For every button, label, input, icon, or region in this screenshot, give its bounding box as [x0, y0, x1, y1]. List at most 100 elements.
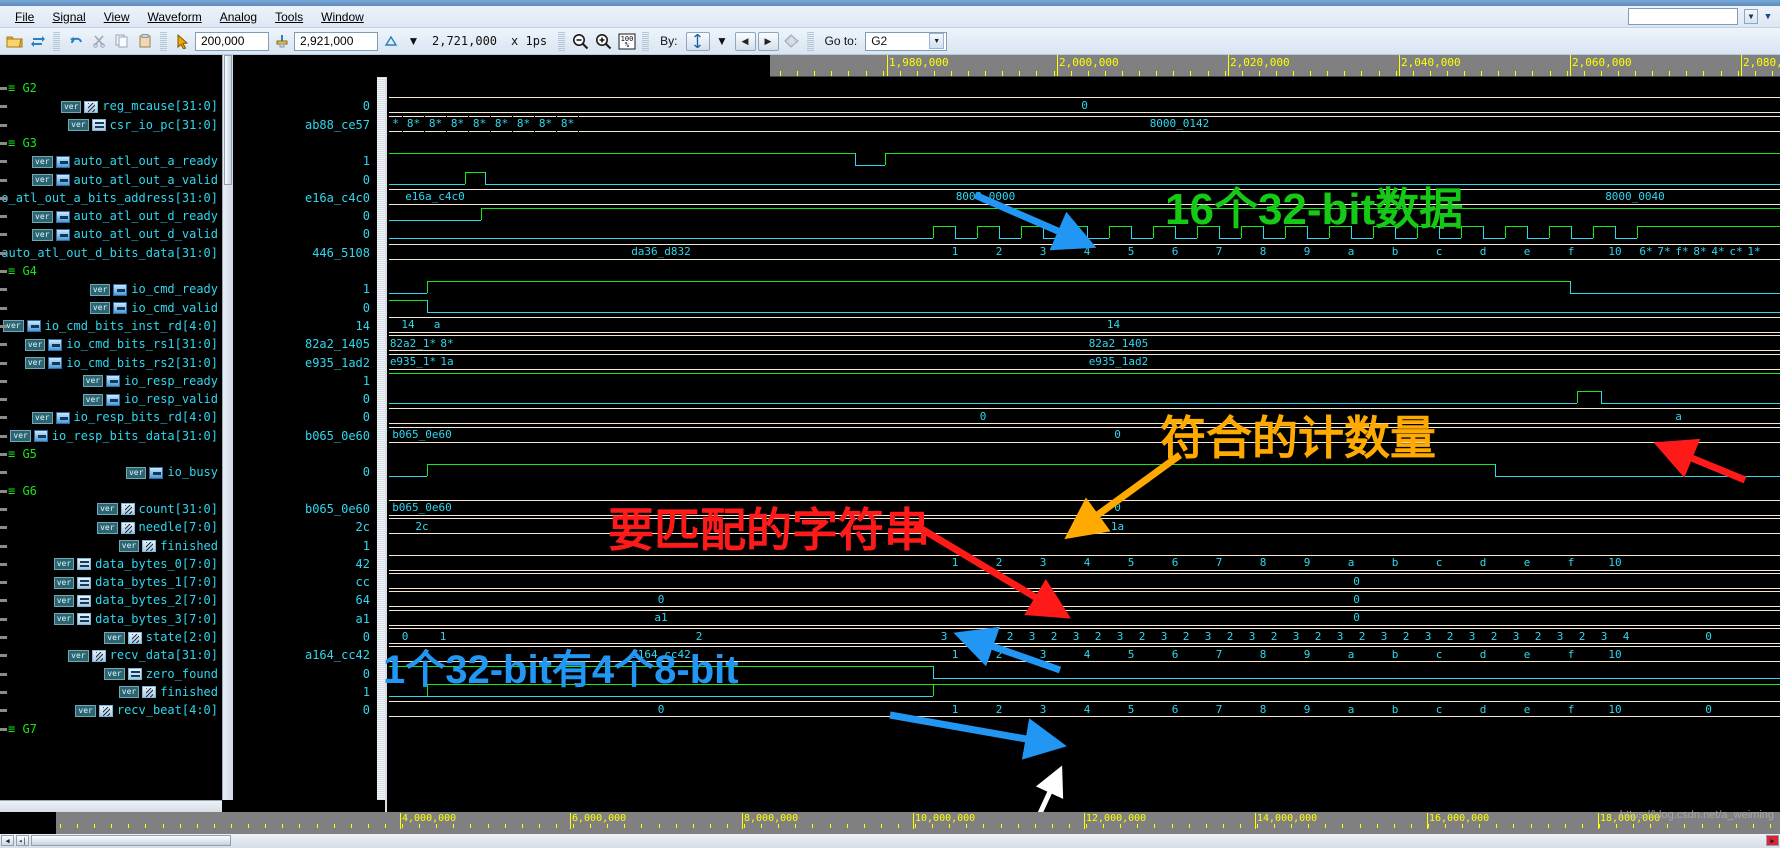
marker-start-input[interactable]: 200,000: [195, 31, 269, 51]
menu-file[interactable]: File: [6, 8, 43, 26]
bus-value-segment: c*: [1727, 243, 1745, 260]
cursor-arrow-icon[interactable]: [172, 31, 193, 52]
marker-lock-icon[interactable]: [271, 31, 292, 52]
signal-group-g5[interactable]: ≡ G5: [8, 445, 37, 463]
signal-group-g3[interactable]: ≡ G3: [8, 134, 37, 152]
signal-row-data_bytes_270[interactable]: ver data_bytes_2[7:0]: [53, 591, 218, 609]
signal-row-count310[interactable]: ver count[31:0]: [97, 500, 218, 518]
delta-triangle-icon[interactable]: [380, 31, 401, 52]
zoom-fit-icon[interactable]: 100%: [616, 31, 637, 52]
signal-row-reg_mcause310[interactable]: ver reg_mcause[31:0]: [60, 97, 218, 115]
signal-row-io_cmd_valid[interactable]: ver io_cmd_valid: [89, 299, 218, 317]
goto-value: G2: [871, 34, 888, 48]
values-divider[interactable]: [376, 55, 385, 800]
by-dropdown-icon[interactable]: ▼: [712, 31, 733, 52]
signal-row-auto_atl_out_d_valid[interactable]: ver auto_atl_out_d_valid: [32, 225, 218, 243]
row-tick: [0, 160, 7, 164]
signal-row-state20[interactable]: ver state[2:0]: [104, 628, 218, 646]
cut-icon[interactable]: [88, 31, 109, 52]
time-unit-label: x 1ps: [511, 34, 548, 48]
menu-signal[interactable]: Signal: [43, 8, 94, 26]
by-mode-button[interactable]: [685, 31, 710, 51]
prev-edge-button[interactable]: ◀: [734, 31, 756, 51]
row-tick: [0, 141, 7, 145]
signal-row-io_cmd_bits_inst_rd40[interactable]: ver io_cmd_bits_inst_rd[4:0]: [3, 317, 218, 335]
signal-group-g4[interactable]: ≡ G4: [8, 262, 37, 280]
signal-row-io_resp_valid[interactable]: ver io_resp_valid: [82, 390, 218, 408]
zoom-out-icon[interactable]: [570, 31, 591, 52]
names-vscrollbar[interactable]: [222, 55, 233, 800]
signal-row-auto_atl_out_a_ready[interactable]: ver auto_atl_out_a_ready: [32, 152, 218, 170]
reload-icon[interactable]: [27, 31, 48, 52]
wave-level: [1285, 226, 1307, 228]
row-tick: [0, 251, 7, 255]
annotate-a-icon[interactable]: A: [781, 31, 802, 52]
overview-minor-tick: [864, 824, 865, 828]
net-icon: [77, 613, 92, 626]
signal-row-data_bytes_170[interactable]: ver data_bytes_1[7:0]: [53, 573, 218, 591]
copy-icon[interactable]: [111, 31, 132, 52]
menu-window[interactable]: Window: [312, 8, 373, 26]
signal-group-g6[interactable]: ≡ G6: [8, 482, 37, 500]
by-label: By:: [660, 34, 678, 48]
open-folder-icon[interactable]: [4, 31, 25, 52]
goto-dropdown-icon[interactable]: ▼: [929, 33, 945, 49]
ruler-minor-tick: [1738, 71, 1739, 76]
signal-row-auto_atl_out_a_valid[interactable]: ver auto_atl_out_a_valid: [32, 171, 218, 189]
signal-names-pane[interactable]: ≡ G2 ver reg_mcause[31:0] ver csr_io_pc[31:0…: [0, 55, 222, 812]
wave-level: [389, 403, 1577, 405]
signal-row-io_resp_bits_rd40[interactable]: ver io_resp_bits_rd[4:0]: [32, 408, 218, 426]
waveform-pane[interactable]: 1,980,000 2,000,000 2,020,000 2,040,000 2,06…: [385, 55, 1780, 812]
next-edge-button[interactable]: ▶: [757, 31, 779, 51]
signal-row-auto_atl_out_a_bits_address310[interactable]: auto_atl_out_a_bits_address[31:0]: [0, 189, 218, 207]
marker-end-input[interactable]: 2,921,000: [294, 31, 378, 51]
goto-combobox[interactable]: G2 ▼: [865, 31, 948, 51]
menu-tools[interactable]: Tools: [266, 8, 312, 26]
waveform-canvas[interactable]: 0 * 8* 8* 8* 8* 8* 8* 8* 8* 8000_0142 e16a_c4c0 8000…: [385, 77, 1780, 812]
signal-row-auto_atl_out_d_ready[interactable]: ver auto_atl_out_d_ready: [32, 207, 218, 225]
time-ruler[interactable]: 1,980,000 2,000,000 2,020,000 2,040,000 2,06…: [770, 55, 1780, 77]
bus-value-segment: 3: [1285, 628, 1307, 644]
menubar-text-field[interactable]: [1628, 8, 1738, 25]
signal-row-finished[interactable]: ver finished: [118, 537, 218, 555]
signal-group-g2[interactable]: ≡ G2: [8, 79, 37, 97]
signal-row-io_cmd_bits_rs1310[interactable]: ver io_cmd_bits_rs1[31:0]: [24, 335, 218, 353]
signal-row-finished[interactable]: ver finished: [118, 683, 218, 701]
menu-analog[interactable]: Analog: [211, 8, 266, 26]
signal-group-g7[interactable]: ≡ G7: [8, 720, 37, 738]
signal-row-needle70[interactable]: ver needle[7:0]: [97, 518, 218, 536]
signal-row-auto_atl_out_d_bits_data310[interactable]: auto_atl_out_d_bits_data[31:0]: [0, 244, 218, 262]
menubar-dropdown-icon[interactable]: ▼: [1744, 9, 1758, 24]
names-hscrollbar[interactable]: [0, 800, 222, 812]
signal-row-io_resp_bits_data310[interactable]: ver io_resp_bits_data[31:0]: [10, 427, 218, 445]
signal-row-recv_data310[interactable]: ver recv_data[31:0]: [68, 646, 218, 664]
signal-name-label: io_resp_bits_data[31:0]: [51, 428, 218, 443]
paste-icon[interactable]: [134, 31, 155, 52]
bus-value-segment: 8*: [447, 115, 468, 132]
overview-minor-tick: [1086, 824, 1087, 828]
signal-row-io_busy[interactable]: ver io_busy: [125, 463, 218, 481]
signal-row-zero_found[interactable]: ver zero_found: [104, 665, 218, 683]
menubar-expand-icon[interactable]: ▼: [1761, 9, 1775, 24]
overview-minor-tick: [522, 824, 523, 828]
row-tick: [0, 654, 7, 658]
signal-row-data_bytes_070[interactable]: ver data_bytes_0[7:0]: [53, 555, 218, 573]
delta-dropdown-icon[interactable]: ▼: [403, 31, 424, 52]
row-tick: [0, 636, 7, 639]
wave-transition: [427, 683, 428, 696]
signal-row-data_bytes_370[interactable]: ver data_bytes_3[7:0]: [53, 610, 218, 628]
signal-row-io_cmd_ready[interactable]: ver io_cmd_ready: [89, 280, 218, 298]
zoom-in-icon[interactable]: [593, 31, 614, 52]
names-scroll-thumb[interactable]: [224, 55, 232, 185]
bus-value-segment: 82a2_1405: [457, 335, 1780, 352]
signal-row-recv_beat40[interactable]: ver recv_beat[4:0]: [75, 701, 218, 719]
signal-row-io_resp_ready[interactable]: ver io_resp_ready: [82, 372, 218, 390]
bus-value-segment: 82a2_1*: [389, 335, 437, 352]
menu-waveform[interactable]: Waveform: [139, 8, 211, 26]
bus-value-segment: 3: [1021, 628, 1043, 644]
undo-icon[interactable]: [65, 31, 86, 52]
menu-view[interactable]: View: [95, 8, 139, 26]
signal-row-csr_io_pc310[interactable]: ver csr_io_pc[31:0]: [68, 116, 218, 134]
signal-row-io_cmd_bits_rs2310[interactable]: ver io_cmd_bits_rs2[31:0]: [24, 354, 218, 372]
horizontal-scrollbar[interactable]: ◀ ◂| ▶: [0, 834, 1780, 848]
